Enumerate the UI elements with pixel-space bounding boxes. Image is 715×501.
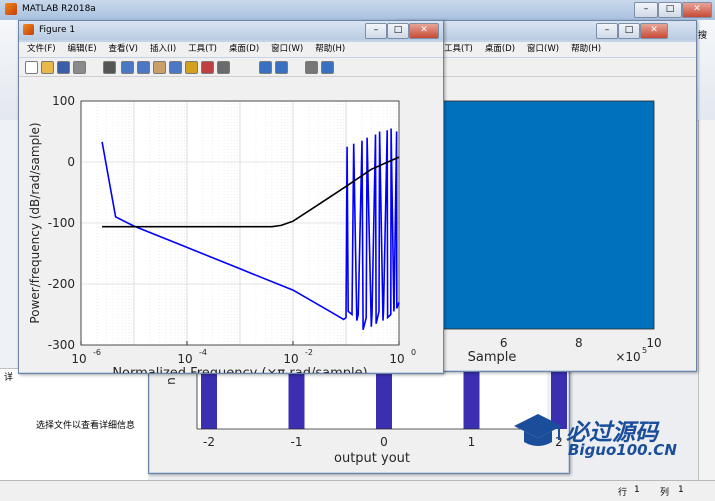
psd-xlabel: Normalized Frequency (×π rad/sample) <box>112 366 367 373</box>
psd-ytick-label: -200 <box>48 277 75 291</box>
fig1-menu-item-4[interactable]: 工具(T) <box>188 44 217 54</box>
pointer-icon[interactable] <box>103 61 116 74</box>
psd-ytick-label: 0 <box>67 155 75 169</box>
psd-xtick-exponent: -6 <box>93 348 101 357</box>
col-label: 列 <box>660 488 670 498</box>
search-label: 搜 <box>698 31 708 41</box>
new-file-icon[interactable] <box>25 61 38 74</box>
close-button[interactable]: ✕ <box>682 2 712 18</box>
fig2-menu-item-1[interactable]: 桌面(D) <box>485 44 515 54</box>
fig1-toolbar <box>19 58 443 77</box>
link-icon[interactable] <box>217 61 230 74</box>
minimize-button[interactable]: – <box>634 2 658 18</box>
sample-x-multiplier-exponent: 5 <box>642 346 647 355</box>
psd-ytick-label: 100 <box>52 94 75 108</box>
sample-x-multiplier: ×10 <box>615 350 640 364</box>
insert-colorbar-icon[interactable] <box>259 61 272 74</box>
psd-xtick-label: 10 <box>177 352 192 366</box>
fig2-maximize-button[interactable]: □ <box>618 23 640 39</box>
psd-xtick-label: 10 <box>283 352 298 366</box>
sample-xtick-label: 8 <box>575 336 583 350</box>
fig1-menu-item-5[interactable]: 桌面(D) <box>229 44 259 54</box>
zoom-in-icon[interactable] <box>121 61 134 74</box>
fig2-menu-item-2[interactable]: 窗口(W) <box>527 44 559 54</box>
row-value: 1 <box>634 485 640 495</box>
psd-xtick-exponent: -4 <box>199 348 207 357</box>
hist-xtick-label: -1 <box>291 435 303 449</box>
main-window-titlebar: MATLAB R2018a – □ ✕ <box>0 0 715 21</box>
hist-xlabel: output yout <box>334 451 410 466</box>
hist-bar-3 <box>463 371 480 429</box>
fig1-menu-item-2[interactable]: 查看(V) <box>109 44 138 54</box>
fig2-menu-item-3[interactable]: 帮助(H) <box>571 44 601 54</box>
hist-bar-2 <box>376 371 392 429</box>
print-icon[interactable] <box>73 61 86 74</box>
psd-ytick-label: -300 <box>48 338 75 352</box>
sample-xlabel: Sample <box>468 350 517 365</box>
rotate-icon[interactable] <box>169 61 182 74</box>
fig1-close-button[interactable]: ✕ <box>409 23 439 39</box>
row-label: 行 <box>618 488 628 498</box>
fig1-menu-item-0[interactable]: 文件(F) <box>27 44 56 54</box>
col-value: 1 <box>678 485 684 495</box>
psd-xtick-label: 10 <box>71 352 86 366</box>
save-icon[interactable] <box>57 61 70 74</box>
fig2-minimize-button[interactable]: – <box>596 23 618 39</box>
psd-chart: -300-200-100010010-610-410-2100Normalize… <box>28 94 416 373</box>
hist-ylabel: n <box>164 377 178 385</box>
hist-bar-0 <box>201 371 217 429</box>
datatip-icon[interactable] <box>185 61 198 74</box>
hide-plot-tools-icon[interactable] <box>305 61 318 74</box>
fig2-close-button[interactable]: ✕ <box>640 23 668 39</box>
hist-xtick-label: 0 <box>380 435 388 449</box>
fig1-minimize-button[interactable]: – <box>365 23 387 39</box>
details-placeholder-text: 选择文件以查看详细信息 <box>36 421 136 431</box>
figure-window-psd: Figure 1 – □ ✕ 文件(F) 编辑(E) 查看(V) 插入(I) 工具(T)… <box>18 20 444 374</box>
sample-xtick-label: 10 <box>646 336 661 350</box>
figure-title: Figure 1 <box>39 25 76 35</box>
hist-xtick-label: 1 <box>468 435 476 449</box>
fig1-menu-item-7[interactable]: 帮助(H) <box>315 44 345 54</box>
brush-icon[interactable] <box>201 61 214 74</box>
psd-xtick-label: 10 <box>389 352 404 366</box>
sample-xtick-label: 6 <box>500 336 508 350</box>
pan-icon[interactable] <box>153 61 166 74</box>
hist-xtick-label: -2 <box>203 435 215 449</box>
maximize-button[interactable]: □ <box>658 2 682 18</box>
fig1-menu-item-1[interactable]: 编辑(E) <box>68 44 97 54</box>
figure-icon <box>23 24 34 35</box>
status-bar: 行 1 列 1 <box>0 480 715 501</box>
psd-ytick-label: -100 <box>48 216 75 230</box>
insert-legend-icon[interactable] <box>275 61 288 74</box>
fig1-menubar: 文件(F) 编辑(E) 查看(V) 插入(I) 工具(T) 桌面(D) 窗口(W) 帮助(H) <box>19 42 443 57</box>
window-title: MATLAB R2018a <box>22 4 96 14</box>
graduation-cap-icon <box>512 410 564 450</box>
matlab-logo-icon <box>5 3 17 15</box>
details-pane-label: 详 <box>4 373 14 383</box>
zoom-out-icon[interactable] <box>137 61 150 74</box>
psd-xtick-exponent: -2 <box>305 348 313 357</box>
fig1-maximize-button[interactable]: □ <box>387 23 409 39</box>
fig2-menu-item-0[interactable]: 工具(T) <box>444 44 473 54</box>
right-scroll-panel <box>698 120 715 480</box>
psd-xtick-exponent: 0 <box>411 348 416 357</box>
hist-bar-1 <box>288 371 305 429</box>
watermark-line2: Biguo100.CN <box>568 441 677 459</box>
open-icon[interactable] <box>41 61 54 74</box>
fig1-menu-item-6[interactable]: 窗口(W) <box>271 44 303 54</box>
psd-ylabel: Power/frequency (dB/rad/sample) <box>28 122 42 323</box>
show-plot-tools-icon[interactable] <box>321 61 334 74</box>
fig1-menu-item-3[interactable]: 插入(I) <box>150 44 176 54</box>
